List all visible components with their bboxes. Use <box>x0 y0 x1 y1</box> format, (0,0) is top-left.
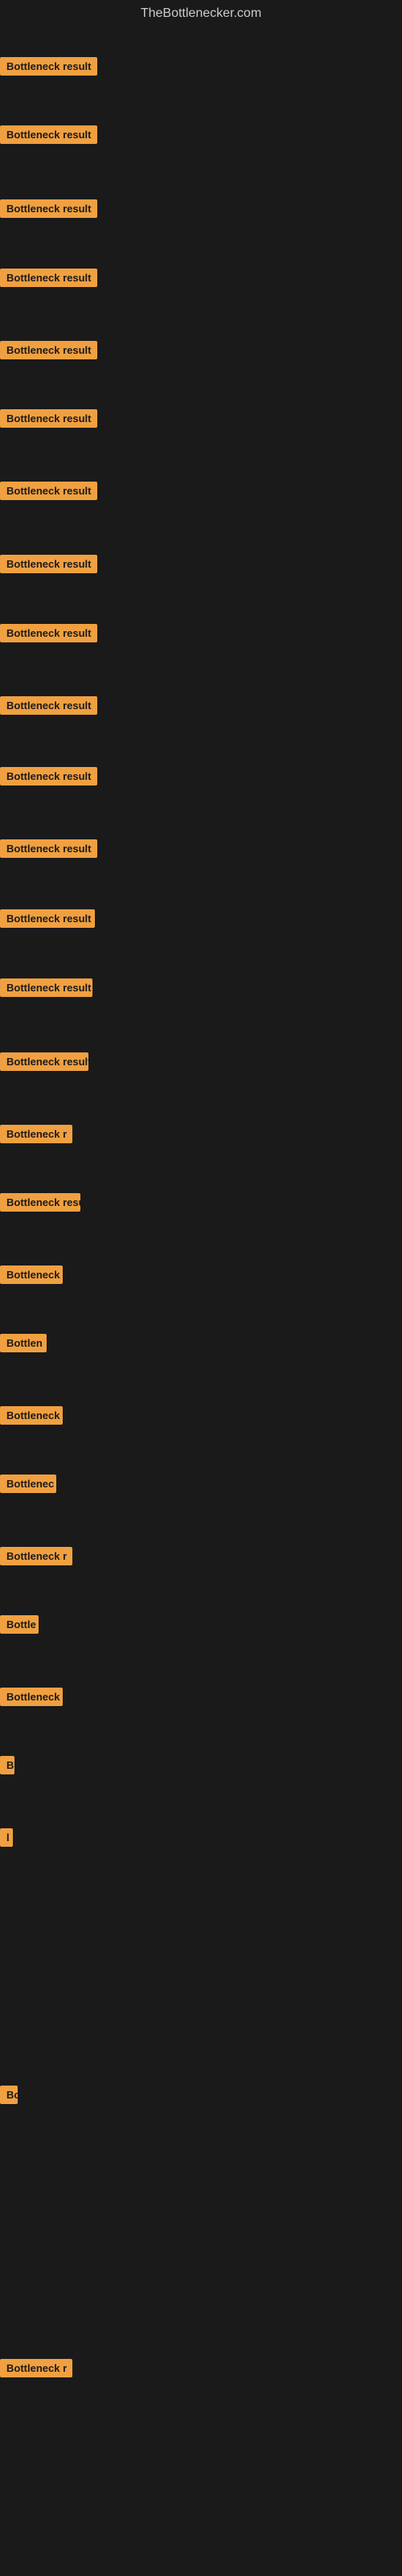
bottleneck-badge-22[interactable]: Bottleneck r <box>0 1547 72 1565</box>
bottleneck-badge-9[interactable]: Bottleneck result <box>0 624 97 642</box>
bottleneck-badge-23[interactable]: Bottle <box>0 1615 39 1634</box>
bottleneck-item-9: Bottleneck result <box>0 624 97 646</box>
bottleneck-badge-13[interactable]: Bottleneck result <box>0 909 95 928</box>
bottleneck-item-20: Bottleneck <box>0 1406 63 1429</box>
bottleneck-badge-15[interactable]: Bottleneck result <box>0 1052 88 1071</box>
bottleneck-item-3: Bottleneck result <box>0 199 97 222</box>
bottleneck-item-6: Bottleneck result <box>0 409 97 432</box>
bottleneck-badge-26[interactable]: l <box>0 1828 13 1847</box>
bottleneck-badge-4[interactable]: Bottleneck result <box>0 269 97 287</box>
bottleneck-item-15: Bottleneck result <box>0 1052 88 1075</box>
bottleneck-item-11: Bottleneck result <box>0 767 97 790</box>
bottleneck-item-1: Bottleneck result <box>0 57 97 80</box>
bottleneck-badge-5[interactable]: Bottleneck result <box>0 341 97 359</box>
bottleneck-badge-21[interactable]: Bottlenec <box>0 1475 56 1493</box>
bottleneck-item-7: Bottleneck result <box>0 482 97 504</box>
bottleneck-item-5: Bottleneck result <box>0 341 97 363</box>
bottleneck-badge-19[interactable]: Bottlen <box>0 1334 47 1352</box>
bottleneck-item-19: Bottlen <box>0 1334 47 1356</box>
bottleneck-badge-1[interactable]: Bottleneck result <box>0 57 97 76</box>
bottleneck-item-28: Bottleneck r <box>0 2359 72 2381</box>
bottleneck-item-16: Bottleneck r <box>0 1125 72 1147</box>
bottleneck-item-21: Bottlenec <box>0 1475 56 1497</box>
bottleneck-badge-25[interactable]: B <box>0 1756 14 1774</box>
bottleneck-badge-27[interactable]: Bo <box>0 2086 18 2104</box>
bottleneck-item-14: Bottleneck result <box>0 978 92 1001</box>
bottleneck-item-17: Bottleneck resu <box>0 1193 80 1216</box>
bottleneck-badge-2[interactable]: Bottleneck result <box>0 125 97 144</box>
bottleneck-item-2: Bottleneck result <box>0 125 97 148</box>
bottleneck-badge-6[interactable]: Bottleneck result <box>0 409 97 428</box>
bottleneck-item-24: Bottleneck <box>0 1688 63 1710</box>
bottleneck-badge-11[interactable]: Bottleneck result <box>0 767 97 786</box>
bottleneck-badge-12[interactable]: Bottleneck result <box>0 839 97 858</box>
site-title: TheBottlenecker.com <box>0 0 402 27</box>
bottleneck-item-12: Bottleneck result <box>0 839 97 862</box>
bottleneck-item-8: Bottleneck result <box>0 555 97 577</box>
bottleneck-item-23: Bottle <box>0 1615 39 1638</box>
bottleneck-badge-7[interactable]: Bottleneck result <box>0 482 97 500</box>
bottleneck-item-27: Bo <box>0 2086 18 2108</box>
bottleneck-badge-16[interactable]: Bottleneck r <box>0 1125 72 1143</box>
bottleneck-badge-8[interactable]: Bottleneck result <box>0 555 97 573</box>
bottleneck-badge-14[interactable]: Bottleneck result <box>0 978 92 997</box>
bottleneck-item-4: Bottleneck result <box>0 269 97 291</box>
bottleneck-badge-10[interactable]: Bottleneck result <box>0 696 97 715</box>
bottleneck-badge-24[interactable]: Bottleneck <box>0 1688 63 1706</box>
bottleneck-badge-17[interactable]: Bottleneck resu <box>0 1193 80 1212</box>
bottleneck-badge-28[interactable]: Bottleneck r <box>0 2359 72 2377</box>
bottleneck-badge-3[interactable]: Bottleneck result <box>0 199 97 218</box>
bottleneck-item-18: Bottleneck <box>0 1265 63 1288</box>
bottleneck-item-26: l <box>0 1828 13 1851</box>
bottleneck-item-25: B <box>0 1756 14 1778</box>
bottleneck-item-10: Bottleneck result <box>0 696 97 719</box>
bottleneck-item-22: Bottleneck r <box>0 1547 72 1569</box>
bottleneck-item-13: Bottleneck result <box>0 909 95 932</box>
bottleneck-badge-20[interactable]: Bottleneck <box>0 1406 63 1425</box>
bottleneck-badge-18[interactable]: Bottleneck <box>0 1265 63 1284</box>
